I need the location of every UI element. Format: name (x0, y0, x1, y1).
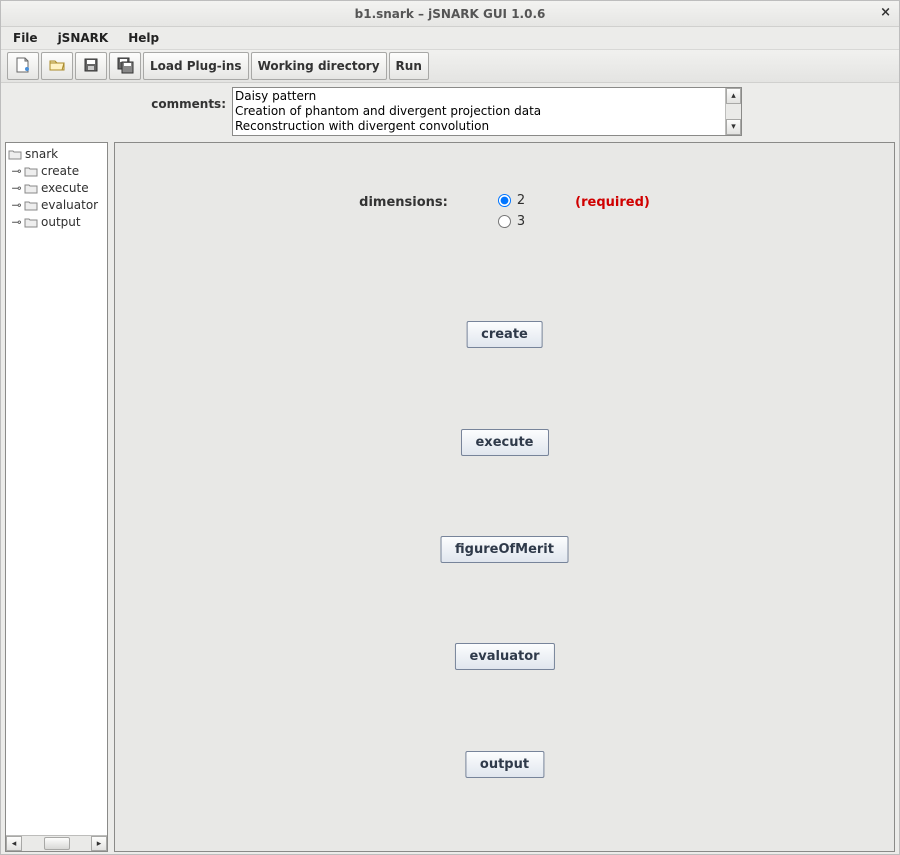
tree-pane: snark ⊸ create ⊸ execute ⊸ (5, 142, 108, 852)
project-tree: snark ⊸ create ⊸ execute ⊸ (6, 143, 107, 835)
save-as-icon (116, 56, 134, 77)
tree-children: ⊸ create ⊸ execute ⊸ evaluator (8, 162, 105, 230)
execute-button[interactable]: execute (460, 429, 548, 456)
comments-label: comments: (1, 87, 226, 111)
scroll-left-icon[interactable]: ◂ (6, 836, 22, 851)
menu-file[interactable]: File (5, 29, 46, 47)
titlebar: b1.snark – jSNARK GUI 1.0.6 × (1, 1, 899, 27)
expand-handle-icon[interactable]: ⊸ (12, 200, 21, 209)
expand-handle-icon[interactable]: ⊸ (12, 217, 21, 226)
save-button[interactable] (75, 52, 107, 80)
tree-root[interactable]: snark (8, 145, 105, 162)
new-file-button[interactable] (7, 52, 39, 80)
comments-textarea[interactable] (233, 88, 725, 135)
comments-field-wrap: ▴ ▾ (232, 87, 742, 136)
required-label: (required) (575, 193, 650, 210)
toolbar: Load Plug-ins Working directory Run (1, 49, 899, 83)
tree-hscrollbar: ◂ ▸ (6, 835, 107, 851)
dimension-option-2[interactable]: 2 (498, 193, 525, 208)
save-icon (82, 56, 100, 77)
comments-row: comments: ▴ ▾ (1, 83, 899, 140)
figure-of-merit-button[interactable]: figureOfMerit (440, 536, 569, 563)
load-plugins-button[interactable]: Load Plug-ins (143, 52, 249, 80)
body: snark ⊸ create ⊸ execute ⊸ (1, 140, 899, 854)
menu-jsnark[interactable]: jSNARK (50, 29, 117, 47)
create-button[interactable]: create (466, 321, 543, 348)
tree-item-execute[interactable]: ⊸ execute (8, 179, 105, 196)
tree-item-label: execute (41, 181, 89, 195)
run-button[interactable]: Run (389, 52, 429, 80)
dimension-option-3[interactable]: 3 (498, 214, 525, 229)
main-pane: dimensions: 2 3 (required) create execut… (114, 142, 895, 852)
radio-3-label: 3 (517, 214, 525, 229)
folder-icon (24, 199, 38, 211)
tree-item-label: evaluator (41, 198, 98, 212)
output-button[interactable]: output (465, 751, 544, 778)
folder-icon (24, 165, 38, 177)
scroll-track[interactable] (726, 104, 741, 119)
open-file-button[interactable] (41, 52, 73, 80)
radio-2-label: 2 (517, 193, 525, 208)
tree-item-create[interactable]: ⊸ create (8, 162, 105, 179)
app-window: b1.snark – jSNARK GUI 1.0.6 × File jSNAR… (0, 0, 900, 855)
folder-icon (24, 216, 38, 228)
close-icon[interactable]: × (880, 5, 891, 20)
expand-handle-icon[interactable]: ⊸ (12, 166, 21, 175)
expand-handle-icon[interactable]: ⊸ (12, 183, 21, 192)
radio-3[interactable] (498, 215, 511, 228)
tree-item-evaluator[interactable]: ⊸ evaluator (8, 196, 105, 213)
tree-item-label: output (41, 215, 81, 229)
menu-help[interactable]: Help (120, 29, 167, 47)
tree-item-label: create (41, 164, 79, 178)
dimensions-radio-group: 2 3 (498, 193, 525, 229)
dimensions-label: dimensions: (359, 193, 448, 210)
evaluator-button[interactable]: evaluator (454, 643, 554, 670)
comments-scrollbar: ▴ ▾ (725, 88, 741, 135)
save-as-button[interactable] (109, 52, 141, 80)
tree-root-label: snark (25, 147, 58, 161)
scroll-down-icon[interactable]: ▾ (726, 119, 741, 135)
working-directory-button[interactable]: Working directory (251, 52, 387, 80)
scroll-right-icon[interactable]: ▸ (91, 836, 107, 851)
folder-icon (24, 182, 38, 194)
new-file-icon (14, 56, 32, 77)
menubar: File jSNARK Help (1, 27, 899, 49)
hscroll-thumb[interactable] (44, 837, 70, 850)
scroll-up-icon[interactable]: ▴ (726, 88, 741, 104)
hscroll-track[interactable] (22, 836, 91, 851)
open-folder-icon (48, 56, 66, 77)
window-title: b1.snark – jSNARK GUI 1.0.6 (355, 7, 546, 21)
tree-item-output[interactable]: ⊸ output (8, 213, 105, 230)
dimensions-block: dimensions: 2 3 (required) (115, 193, 894, 229)
folder-icon (8, 148, 22, 160)
radio-2[interactable] (498, 194, 511, 207)
